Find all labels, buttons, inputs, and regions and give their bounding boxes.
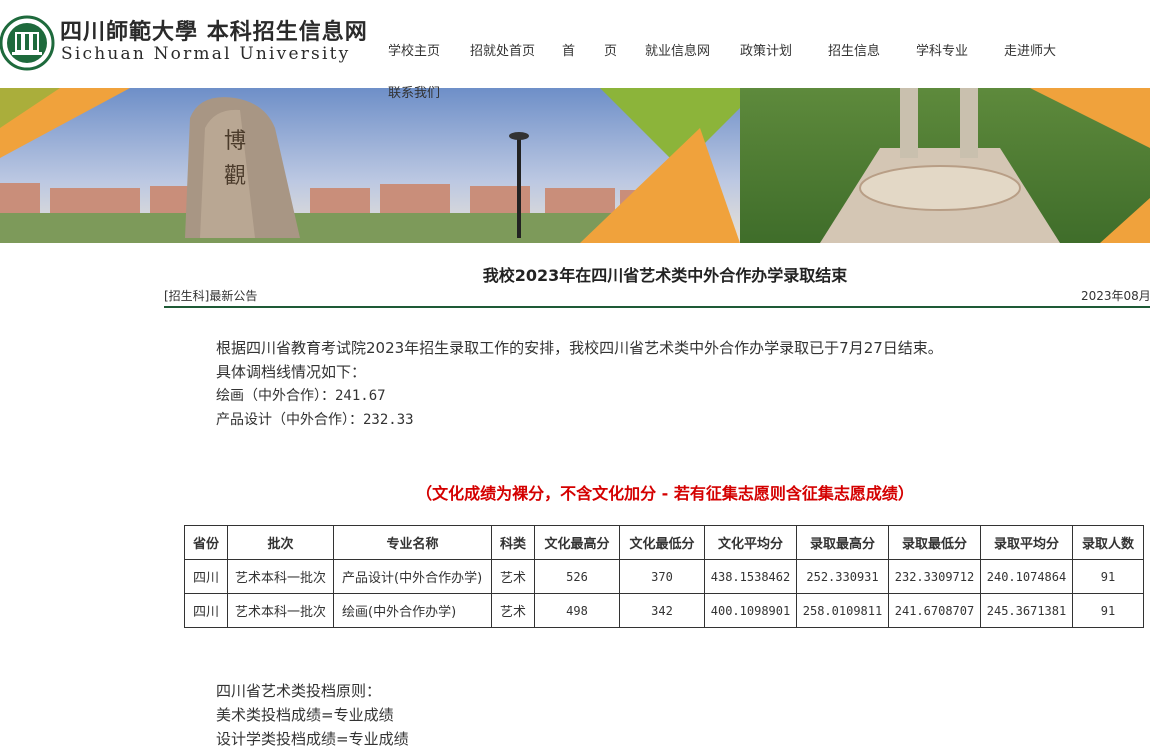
table-header: 专业名称 [333,525,492,560]
article-intro: 根据四川省教育考试院2023年招生录取工作的安排，我校四川省艺术类中外合作办学录… [216,339,943,357]
table-cell: 艺术本科一批次 [227,593,334,628]
table-cell: 艺术 [491,593,535,628]
table-cell: 342 [619,593,705,628]
table-cell: 产品设计(中外合作办学) [333,559,492,594]
nav-employment[interactable]: 就业信息网 [645,40,710,59]
table-header: 省份 [184,525,228,560]
table-cell: 艺术 [491,559,535,594]
table-header: 录取最低分 [888,525,981,560]
table-cell: 438.1538462 [704,559,797,594]
article-category: [招生科]最新公告 [164,289,258,303]
table-cell: 526 [534,559,620,594]
site-header: 四川師範大學 本科招生信息网 Sichuan Normal University… [0,0,1150,88]
table-header: 文化最低分 [619,525,705,560]
table-cell: 四川 [184,593,228,628]
admission-score-table: 省份 批次 专业名称 科类 文化最高分 文化最低分 文化平均分 录取最高分 录取… [184,525,1144,628]
article-line: 产品设计（中外合作）：232.33 [216,412,414,428]
table-cell: 240.1074864 [980,559,1073,594]
svg-text:觀: 觀 [224,164,246,189]
nav-policy[interactable]: 政策计划 [740,40,792,59]
article-title: 我校2023年在四川省艺术类中外合作办学录取结束 [482,266,848,285]
table-header: 批次 [227,525,334,560]
site-name-cn: 本科招生信息网 [206,19,368,45]
nav-home[interactable]: 首 页 [562,40,618,59]
principle-line: 四川省艺术类投档原则： [216,682,382,700]
table-cell: 370 [619,559,705,594]
stone-carving-text: 博 [224,129,246,154]
table-row: 四川 艺术本科一批次 产品设计(中外合作办学) 艺术 526 370 438.1… [184,559,1144,594]
table-cell: 258.0109811 [796,593,889,628]
table-cell: 绘画(中外合作办学) [333,593,492,628]
score-note: （文化成绩为裸分，不含文化加分 - 若有征集志愿则含征集志愿成绩） [416,484,914,503]
principle-line: 设计学类投档成绩=专业成绩 [216,730,409,748]
table-cell: 241.6708707 [888,593,981,628]
table-cell: 245.3671381 [980,593,1073,628]
article-line: 绘画（中外合作）：241.67 [216,388,386,404]
article-line: 具体调档线情况如下： [216,363,367,381]
table-header: 科类 [491,525,535,560]
table-header: 文化平均分 [704,525,797,560]
table-cell: 艺术本科一批次 [227,559,334,594]
school-name-cn: 四川師範大學 [60,19,199,45]
article-date: 2023年08月03 [1081,289,1150,303]
title-divider [164,306,1150,308]
table-cell: 400.1098901 [704,593,797,628]
table-cell: 四川 [184,559,228,594]
site-brand-cn: 四川師範大學 本科招生信息网 [60,14,368,46]
table-cell: 498 [534,593,620,628]
main-nav: 学校主页 招就处首页 首 页 就业信息网 政策计划 招生信息 学科专业 走进师大 [388,40,1148,60]
campus-banner-image: 博 觀 [0,88,1150,243]
principle-line: 美术类投档成绩=专业成绩 [216,706,394,724]
table-header: 文化最高分 [534,525,620,560]
table-header: 录取平均分 [980,525,1073,560]
nav-school-home[interactable]: 学校主页 [388,40,440,59]
table-cell: 91 [1072,559,1144,594]
nav-majors[interactable]: 学科专业 [916,40,968,59]
table-cell: 232.3309712 [888,559,981,594]
nav-office-home[interactable]: 招就处首页 [470,40,535,59]
nav-about[interactable]: 走进师大 [1004,40,1056,59]
university-seal-icon[interactable] [0,6,58,72]
table-cell: 91 [1072,593,1144,628]
school-name-en: Sichuan Normal University [61,44,351,64]
table-cell: 252.330931 [796,559,889,594]
table-header: 录取人数 [1072,525,1144,560]
table-header: 录取最高分 [796,525,889,560]
table-header-row: 省份 批次 专业名称 科类 文化最高分 文化最低分 文化平均分 录取最高分 录取… [184,525,1144,560]
table-row: 四川 艺术本科一批次 绘画(中外合作办学) 艺术 498 342 400.109… [184,593,1144,628]
nav-contact[interactable]: 联系我们 [388,82,440,101]
nav-admissions[interactable]: 招生信息 [828,40,880,59]
